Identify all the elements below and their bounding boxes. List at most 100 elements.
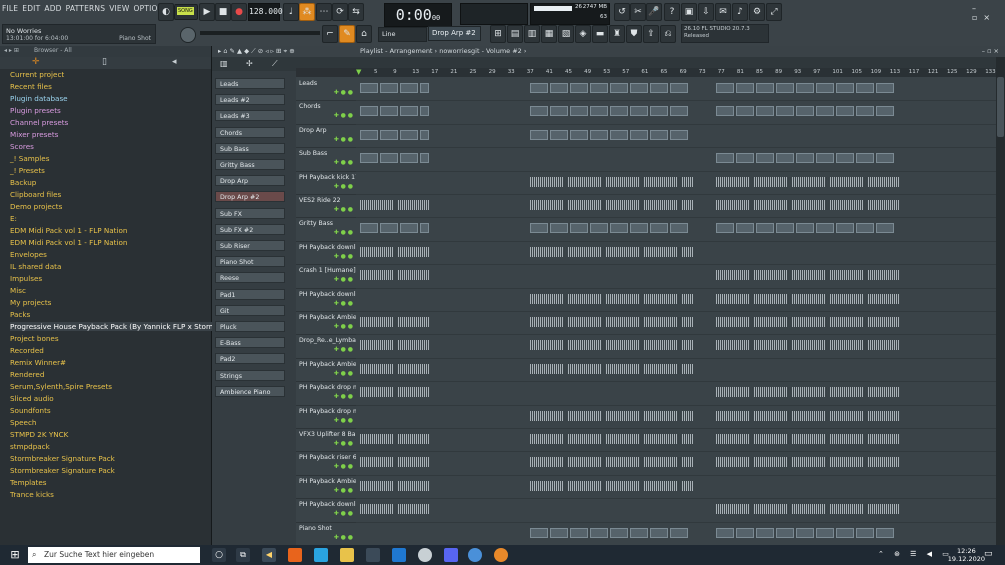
pattern-clip[interactable] [360,106,378,117]
track-mute-icon[interactable]: ✚ ● ● [334,89,353,96]
pattern-clip[interactable] [650,106,668,117]
menu-item-view[interactable]: VIEW [109,4,129,16]
audio-clip[interactable] [398,504,429,515]
track-mute-icon[interactable]: ✚ ● ● [334,229,353,236]
pattern-clip[interactable] [380,129,398,140]
track-mute-icon[interactable]: ✚ ● ● [334,323,353,330]
audio-clip[interactable] [792,340,826,351]
track-header[interactable]: VFX3 Uplifter 8 Bars.. ✚ ● ● [296,428,365,453]
playlist-pattern-item[interactable]: Leads [215,78,285,89]
audio-clip[interactable] [682,434,694,444]
audio-clip[interactable] [606,246,640,257]
pattern-clip[interactable] [420,83,429,93]
audio-icon[interactable]: ✢ [246,59,253,68]
audio-clip[interactable] [398,434,429,444]
audio-clip[interactable] [398,363,429,374]
audio-clip[interactable] [792,387,826,398]
wait-for-input-icon[interactable]: ⁂ [299,3,315,21]
pattern-clip[interactable] [550,129,568,140]
playlist-pattern-item[interactable]: Sub Bass [215,142,285,154]
audio-clip[interactable] [398,317,429,327]
scrollbar-thumb[interactable] [997,77,1004,137]
browser-item[interactable]: Recent files [10,82,52,91]
pattern-clip[interactable] [776,223,794,234]
pattern-clip[interactable] [420,129,429,140]
track-header[interactable]: Drop_Re..e_Lymbal ✚ ● ● [296,334,358,359]
pattern-clip[interactable] [736,106,754,117]
playlist-pattern-item[interactable]: Pluck [215,321,285,332]
track-header[interactable]: Leads ✚ ● ● [296,77,356,102]
audio-clip[interactable] [644,176,678,187]
audio-clip[interactable] [682,457,694,468]
pattern-clip[interactable] [816,153,834,164]
pattern-clip[interactable] [716,527,734,538]
audio-clip[interactable] [644,293,678,304]
fullscreen-icon[interactable]: ⤢ [766,3,782,21]
pattern-clip[interactable] [530,527,548,538]
track-lane[interactable] [356,147,996,172]
pattern-clip[interactable] [856,83,874,93]
audio-clip[interactable] [716,176,750,187]
audio-clip[interactable] [830,457,864,468]
track-mute-icon[interactable]: ✚ ● ● [334,206,353,213]
track-header[interactable]: VES2 Ride 22 ✚ ● ● [296,194,356,219]
browser-item[interactable]: Recorded [10,346,44,355]
pattern-clip[interactable] [360,129,378,140]
pattern-clip[interactable] [650,129,668,140]
mail-icon[interactable] [392,548,406,562]
save-icon[interactable]: ▣ [681,3,697,21]
pattern-clip[interactable] [590,527,608,538]
pattern-clip[interactable] [796,223,814,234]
audio-clip[interactable] [606,457,640,468]
browser-item[interactable]: Plugin database [10,94,68,103]
audio-clip[interactable] [360,340,394,351]
audio-clip[interactable] [716,317,750,327]
speaker-app-icon[interactable]: ◀ [262,548,276,562]
master-pitch-knob[interactable] [180,27,196,43]
edge-icon[interactable] [314,548,328,562]
audio-clip[interactable] [682,340,694,351]
audio-clip[interactable] [830,504,864,515]
pattern-clip[interactable] [736,83,754,93]
pattern-clip[interactable] [630,83,648,93]
playlist-pattern-item[interactable]: Sub FX #2 [215,223,285,235]
audio-clip[interactable] [360,504,394,515]
playhead-marker-icon[interactable]: ▼ [356,68,361,77]
audio-clip[interactable] [682,363,694,374]
audio-clip[interactable] [398,480,429,491]
browser-item[interactable]: stmpdpack [10,442,50,451]
browser-item[interactable]: Impulses [10,274,42,283]
audio-clip[interactable] [716,200,750,210]
pattern-clip[interactable] [776,83,794,93]
track-mute-icon[interactable]: ✚ ● ● [334,440,353,447]
audio-clip[interactable] [868,200,899,210]
audio-clip[interactable] [754,317,788,327]
track-header[interactable]: Sub Bass ✚ ● ● [296,147,356,172]
audio-clip[interactable] [682,200,694,210]
pattern-mode-button[interactable]: ◐ [158,3,174,21]
audio-clip[interactable] [360,480,394,491]
window-controls-icon[interactable]: –▫× [972,4,1005,22]
pattern-clip[interactable] [360,153,378,164]
pattern-clip[interactable] [550,527,568,538]
browser-item[interactable]: EDM Midi Pack vol 1 - FLP Nation [10,226,127,235]
track-header[interactable]: PH Payback riser 6 ✚ ● ● [296,451,357,476]
audio-clip[interactable] [644,480,678,491]
audio-clip[interactable] [792,176,826,187]
system-tray-icons[interactable]: ⌃ ⊛ ☰ ◀ ▭ [878,550,953,558]
pattern-clip[interactable] [530,223,548,234]
pattern-clip[interactable] [816,106,834,117]
audio-clip[interactable] [716,340,750,351]
track-mute-icon[interactable]: ✚ ● ● [334,370,353,377]
pattern-clip[interactable] [670,83,688,93]
audio-clip[interactable] [360,457,394,468]
audio-clip[interactable] [644,410,678,421]
pattern-clip[interactable] [570,83,588,93]
snap-select[interactable]: Line [378,27,427,42]
midi-icon[interactable]: ⎌ [660,25,676,43]
audio-clip[interactable] [568,480,602,491]
audio-clip[interactable] [606,363,640,374]
audio-clip[interactable] [398,457,429,468]
pattern-clip[interactable] [650,83,668,93]
arrangement-grid[interactable] [356,77,996,545]
